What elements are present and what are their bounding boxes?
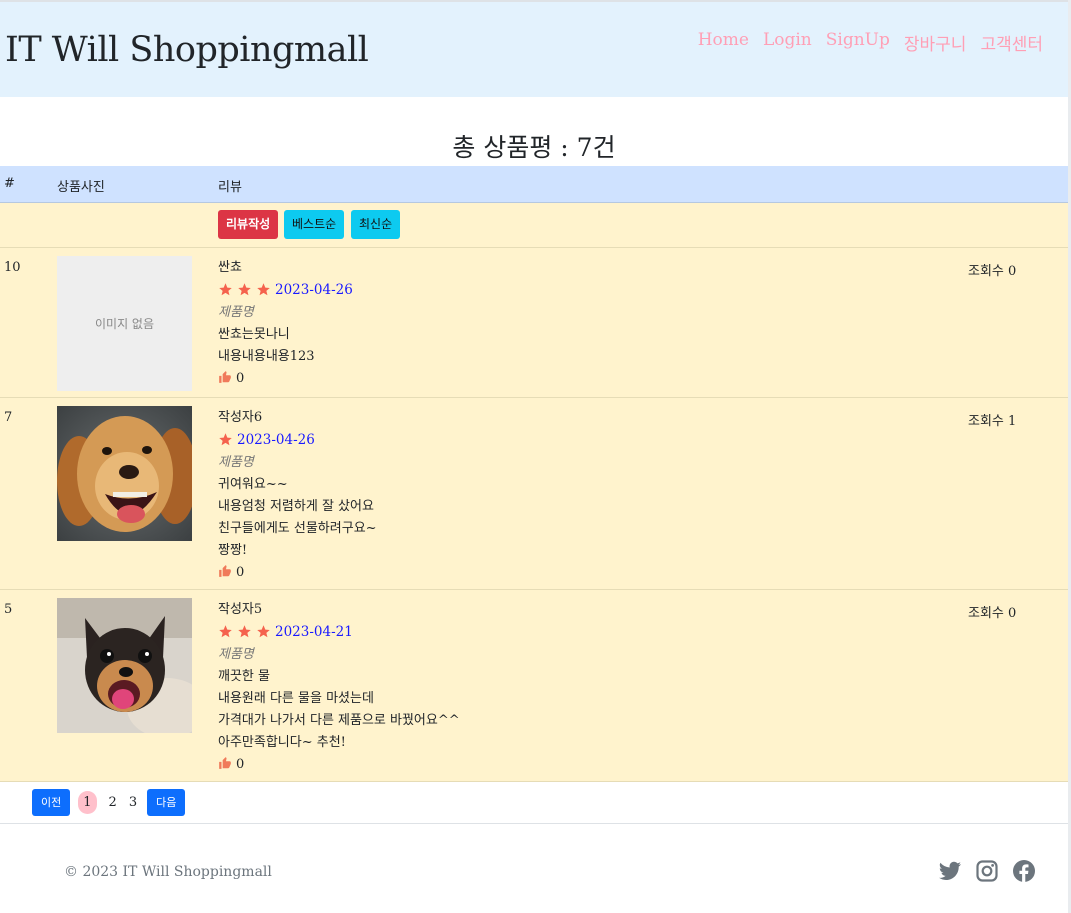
star-icon [257, 625, 270, 638]
review-rating: 2023-04-26 [218, 279, 353, 302]
like-button[interactable]: 0 [218, 368, 353, 390]
twitter-icon[interactable] [938, 859, 962, 883]
review-table: # 상품사진 리뷰 리뷰작성 베스트순 최신순 10 이미지 없음 싼쵸 202… [0, 166, 1068, 782]
review-content: 작성자5 2023-04-21 제품명 깨끗한 물 내용원래 다른 물을 마셨는… [218, 599, 460, 776]
write-review-button[interactable]: 리뷰작성 [218, 210, 279, 239]
review-line: 내용엄청 저렴하게 잘 샀어요 [218, 498, 374, 514]
nav-home[interactable]: Home [698, 30, 749, 55]
review-line: 가격대가 나가서 다른 제품으로 바꿨어요^^ [218, 712, 460, 728]
product-photo-chihuahua [57, 598, 192, 733]
pagination: 이전 1 2 3 다음 [32, 788, 186, 816]
nav-login[interactable]: Login [763, 30, 812, 55]
main-nav: Home Login SignUp 장바구니 고객센터 [698, 30, 1043, 55]
review-line: 귀여워요~~ [218, 476, 288, 492]
review-date: 2023-04-26 [275, 282, 353, 298]
review-number: 10 [4, 260, 21, 275]
review-content: 싼쵸 2023-04-26 제품명 싼쵸는못나니 내용내용내용123 0 [218, 257, 353, 390]
star-rating [218, 621, 275, 643]
star-icon [238, 625, 251, 638]
filter-row: 리뷰작성 베스트순 최신순 [0, 203, 1068, 248]
page-link-2[interactable]: 2 [109, 795, 117, 810]
review-rating: 2023-04-26 [218, 429, 377, 452]
view-count: 조회수 1 [968, 414, 1017, 429]
like-count: 0 [236, 756, 245, 772]
review-date: 2023-04-26 [237, 432, 315, 448]
copyright-text: © 2023 IT Will Shoppingmall [64, 864, 272, 880]
star-icon [219, 625, 232, 638]
product-photo-placeholder: 이미지 없음 [57, 256, 192, 391]
star-icon [257, 283, 270, 296]
like-button[interactable]: 0 [218, 562, 377, 584]
page-link-3[interactable]: 3 [129, 795, 137, 810]
star-rating [218, 279, 275, 301]
col-review: 리뷰 [218, 180, 242, 195]
star-icon [219, 283, 232, 296]
review-number: 7 [4, 410, 13, 425]
review-date: 2023-04-21 [275, 624, 353, 640]
col-number: # [4, 176, 15, 191]
col-photo: 상품사진 [57, 180, 105, 195]
sort-latest-button[interactable]: 최신순 [351, 210, 401, 239]
review-author: 작성자6 [218, 410, 263, 425]
page-title: 총 상품평 : 7건 [452, 133, 616, 162]
table-row: 7 작성자6 2023-04-26 제품명 귀여워요~~ 내용엄청 저렴하게 잘… [0, 398, 1068, 590]
like-button[interactable]: 0 [218, 754, 460, 776]
brand-title[interactable]: IT Will Shoppingmall [5, 30, 369, 70]
site-header: IT Will Shoppingmall Home Login SignUp 장… [0, 2, 1068, 97]
table-row: 5 작성자5 2023-04-21 제품명 깨끗한 물 내용원래 다른 물을 마… [0, 590, 1068, 782]
thumbs-up-icon [219, 370, 231, 383]
footer-divider [0, 823, 1068, 824]
review-content: 작성자6 2023-04-26 제품명 귀여워요~~ 내용엄청 저렴하게 잘 샀… [218, 407, 377, 584]
review-author: 작성자5 [218, 602, 263, 617]
review-line: 짱짱! [218, 542, 248, 558]
product-name: 제품명 [218, 454, 254, 470]
social-links [938, 859, 1036, 883]
thumbs-up-icon [219, 564, 231, 577]
prev-page-button[interactable]: 이전 [32, 788, 71, 816]
review-line: 내용내용내용123 [218, 348, 315, 364]
facebook-icon[interactable] [1012, 859, 1036, 883]
dog-photo-icon [57, 598, 192, 733]
star-rating [218, 429, 237, 451]
instagram-icon[interactable] [975, 859, 999, 883]
nav-customer-center[interactable]: 고객센터 [980, 30, 1043, 55]
page-link-1[interactable]: 1 [78, 790, 97, 814]
view-count: 조회수 0 [968, 606, 1017, 621]
star-icon [238, 283, 251, 296]
table-row: 10 이미지 없음 싼쵸 2023-04-26 제품명 싼쵸는못나니 내용내용내… [0, 248, 1068, 398]
no-image-label: 이미지 없음 [94, 317, 154, 331]
nav-cart[interactable]: 장바구니 [904, 30, 967, 55]
review-line: 내용원래 다른 물을 마셨는데 [218, 690, 374, 706]
dog-photo-icon [57, 406, 192, 541]
review-author: 싼쵸 [218, 260, 242, 275]
review-number: 5 [4, 602, 13, 617]
product-photo-golden-retriever [57, 406, 192, 541]
review-line: 싼쵸는못나니 [218, 326, 290, 342]
next-page-button[interactable]: 다음 [147, 788, 186, 816]
review-line: 깨끗한 물 [218, 668, 270, 684]
review-line: 친구들에게도 선물하려구요~ [218, 520, 377, 536]
thumbs-up-icon [219, 756, 231, 769]
review-line: 아주만족합니다~ 추천! [218, 734, 346, 750]
like-count: 0 [236, 564, 245, 580]
review-rating: 2023-04-21 [218, 621, 460, 644]
sort-best-button[interactable]: 베스트순 [284, 210, 345, 239]
product-name: 제품명 [218, 304, 254, 320]
table-header: # 상품사진 리뷰 [0, 166, 1068, 203]
product-name: 제품명 [218, 646, 254, 662]
nav-signup[interactable]: SignUp [826, 30, 890, 55]
star-icon [219, 433, 232, 446]
view-count: 조회수 0 [968, 264, 1017, 279]
like-count: 0 [236, 370, 245, 386]
